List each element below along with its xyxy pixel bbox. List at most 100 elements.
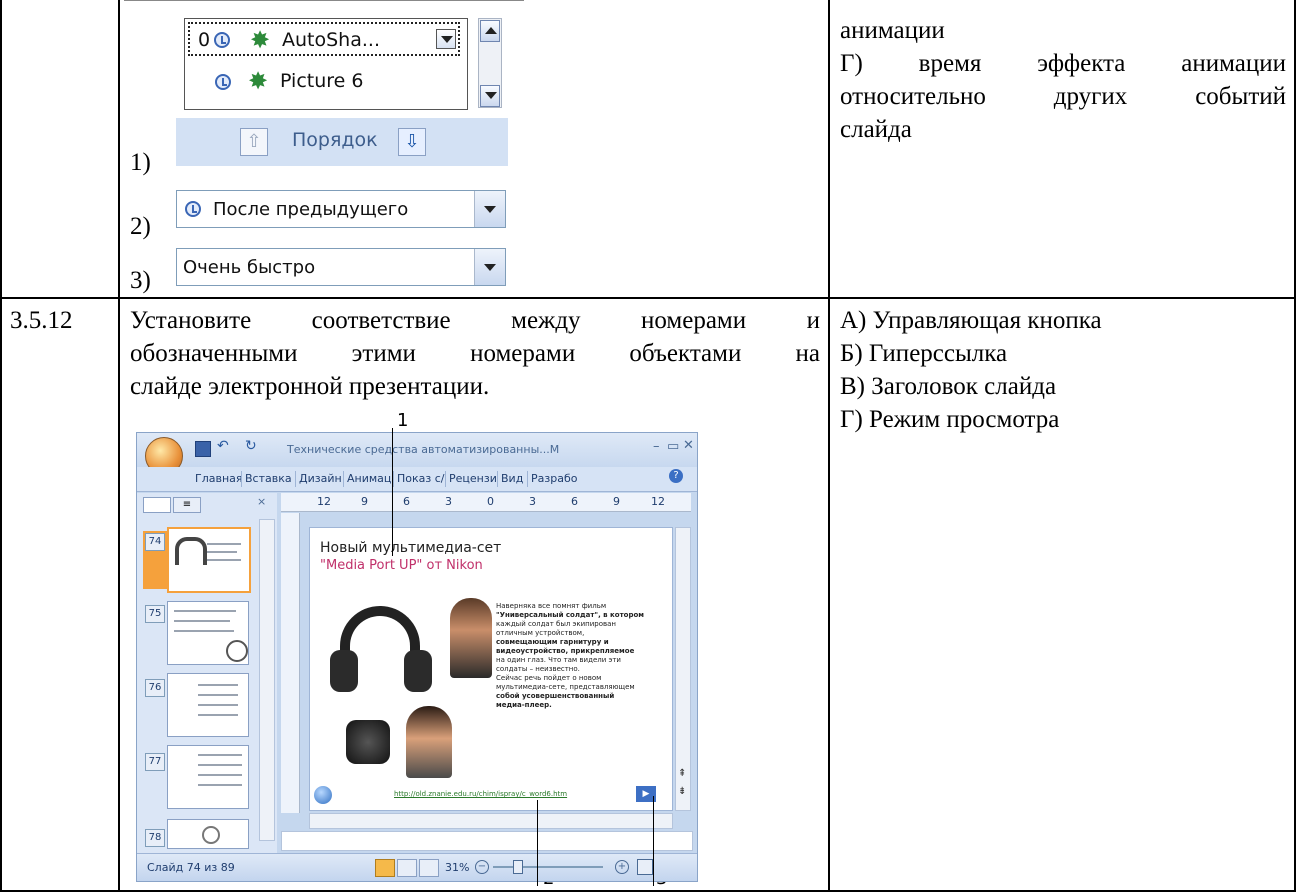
minimize-icon[interactable]: – [653, 439, 660, 454]
next-slide-icon[interactable]: ⇟ [678, 786, 686, 797]
slide-horizontal-scrollbar[interactable] [309, 813, 673, 829]
body-line: "Универсальный солдат", в котором [496, 611, 645, 619]
clock-icon [185, 201, 201, 217]
slides-tab-icon[interactable] [143, 497, 171, 513]
headphones-image [320, 600, 450, 700]
move-up-button[interactable]: ⇧ [240, 128, 268, 156]
slide-thumbnail[interactable] [167, 601, 249, 665]
clock-icon [214, 32, 230, 48]
undo-icon[interactable]: ↶ [217, 438, 229, 454]
reorder-bar: ⇧ Порядок ⇩ [176, 118, 508, 166]
ruler-tick: 6 [571, 495, 578, 508]
tab-separator [445, 471, 446, 487]
chevron-down-icon[interactable] [474, 191, 505, 227]
notes-pane[interactable] [281, 831, 693, 851]
maximize-icon[interactable]: ▭ [667, 439, 679, 454]
hyperlink[interactable]: http://old.znanie.edu.ru/chim/ispray/c_w… [394, 790, 567, 798]
table-col-divider [118, 0, 120, 892]
tab-developer[interactable]: Разрабо [531, 472, 577, 485]
body-line: отличным устройством, [496, 629, 585, 637]
ruler-tick: 12 [317, 495, 331, 508]
tab-insert[interactable]: Вставка [245, 472, 292, 485]
chevron-down-icon[interactable] [474, 249, 505, 285]
globe-icon [314, 786, 332, 804]
image-top-edge [124, 0, 524, 1]
speed-dropdown[interactable]: Очень быстро [176, 248, 506, 286]
outline-tab-icon[interactable]: ≡ [173, 497, 201, 513]
slide-subtitle: "Media Port UP" от Nikon [320, 558, 483, 573]
thumb-number: 76 [145, 679, 165, 697]
slide-body: Наверняка все помнят фильм "Универсальны… [496, 602, 668, 710]
answer-line: слайда [840, 116, 912, 143]
answer-line: Г) время эффекта анимации [840, 50, 1286, 77]
table-col-divider [828, 0, 830, 892]
ruler-tick: 0 [487, 495, 494, 508]
tab-separator [497, 471, 498, 487]
fragment-number: 2) [130, 213, 151, 240]
help-icon[interactable]: ? [669, 469, 683, 483]
slide-thumbnail[interactable] [167, 819, 249, 849]
slide-counter: Слайд 74 из 89 [147, 861, 235, 874]
animation-list[interactable]: 0 ✸ AutoSha... ✸ Picture 6 [184, 18, 468, 110]
slide-title: Новый мультимедиа-сет [320, 540, 502, 556]
fragment-number: 1) [130, 149, 151, 176]
close-icon[interactable]: ✕ [683, 438, 694, 453]
slideshow-view-icon[interactable] [419, 859, 439, 877]
clock-icon [215, 74, 231, 90]
prev-slide-icon[interactable]: ⇞ [678, 768, 686, 779]
headphones-icon [175, 537, 207, 565]
tab-animation[interactable]: Анимац [347, 472, 391, 485]
start-dropdown[interactable]: После предыдущего [176, 190, 506, 228]
zoom-out-icon[interactable]: − [475, 860, 489, 874]
redo-icon[interactable]: ↻ [245, 438, 257, 454]
callout-line [537, 800, 538, 886]
answer-line: А) Управляющая кнопка [840, 307, 1102, 334]
question-line: Установите соответствие между номерами и [130, 307, 820, 334]
answer-line: Б) Гиперссылка [840, 340, 1008, 367]
body-line: видеоустройство, прикрепляемое [496, 647, 635, 655]
tab-view[interactable]: Вид [501, 472, 523, 485]
animation-item[interactable]: ✸ Picture 6 [188, 65, 460, 99]
normal-view-icon[interactable] [375, 859, 395, 877]
slide-canvas: Новый мультимедиа-сет "Media Port UP" от… [309, 527, 673, 811]
animation-list-scrollbar[interactable] [478, 18, 502, 108]
animation-dropdown-button[interactable] [436, 29, 456, 49]
tab-separator [241, 471, 242, 487]
tab-design[interactable]: Дизайн [299, 472, 342, 485]
sorter-view-icon[interactable] [397, 859, 417, 877]
status-bar: Слайд 74 из 89 31% − + [137, 853, 697, 881]
scroll-up-button[interactable] [480, 20, 500, 42]
ruler-tick: 9 [613, 495, 620, 508]
thumb-image [202, 826, 220, 844]
body-line: собой усовершенствованный [496, 692, 615, 700]
powerpoint-window: ↶ ↻ Технические средства автоматизирован… [136, 432, 698, 882]
thumb-number: 78 [145, 829, 165, 847]
pane-scrollbar[interactable] [259, 519, 275, 841]
question-line: обозначенными этими номерами объектами н… [130, 340, 820, 367]
fit-to-window-icon[interactable] [637, 859, 653, 875]
move-down-button[interactable]: ⇩ [398, 128, 426, 156]
question-text: Установите соответствие между номерами и… [130, 304, 820, 403]
zoom-slider-thumb[interactable] [513, 860, 523, 874]
animation-item[interactable]: 0 ✸ AutoSha... [188, 22, 460, 56]
slide-thumbnail[interactable] [167, 527, 251, 593]
thumb-number: 77 [145, 753, 165, 771]
animation-name: Picture 6 [280, 70, 364, 92]
tab-slideshow[interactable]: Показ с/ [397, 472, 445, 485]
slide-thumbnail[interactable] [167, 673, 249, 737]
zoom-in-icon[interactable]: + [615, 860, 629, 874]
slide-vertical-scrollbar[interactable]: ⇞ ⇟ [675, 527, 691, 811]
start-dropdown-value: После предыдущего [213, 199, 409, 220]
window-title: Технические средства автоматизированны..… [287, 443, 560, 456]
scroll-down-button[interactable] [480, 85, 500, 107]
animation-index: 0 [198, 29, 211, 51]
ruler-tick: 9 [361, 495, 368, 508]
zoom-slider[interactable] [493, 866, 603, 868]
tab-review[interactable]: Рецензи [449, 472, 497, 485]
save-icon[interactable] [195, 441, 211, 457]
close-pane-icon[interactable]: × [257, 495, 266, 508]
tab-home[interactable]: Главная [195, 472, 243, 485]
fragment-number: 3) [130, 267, 151, 294]
callout-line [653, 796, 654, 886]
slide-thumbnail[interactable] [167, 745, 249, 809]
